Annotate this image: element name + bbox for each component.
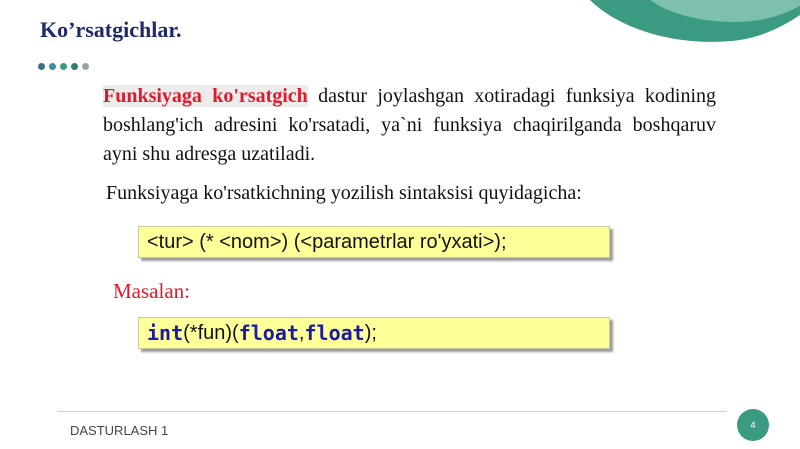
- dot: [82, 63, 89, 70]
- syntax-code-box: <tur> (* <nom>) (<parametrlar ro'yxati>)…: [138, 226, 610, 258]
- keyword-int: int: [147, 321, 184, 345]
- example-code-box: int (*fun)(float, float);: [138, 317, 610, 349]
- syntax-label: Funksiyaga ko'rsatkichning yozilish sint…: [106, 182, 582, 204]
- definition-paragraph: Funksiyaga ko'rsatgich dastur joylashgan…: [103, 82, 716, 169]
- slide-title: Ko’rsatgichlar.: [40, 17, 182, 42]
- dot: [60, 63, 67, 70]
- highlighted-term: Funksiyaga ko'rsatgich: [103, 85, 308, 107]
- example-label: Masalan:: [113, 279, 190, 303]
- code-part: (*fun)(: [183, 321, 239, 344]
- keyword-float: float: [304, 321, 365, 345]
- page-number: 4: [750, 420, 756, 430]
- decorative-dots: [38, 63, 89, 70]
- page-number-badge: 4: [737, 409, 769, 441]
- footer-text: DASTURLASH 1: [70, 423, 169, 438]
- dot: [71, 63, 78, 70]
- decorative-wave: [590, 0, 800, 42]
- footer-divider: [57, 411, 727, 412]
- dot: [38, 63, 45, 70]
- code-part: );: [364, 321, 377, 344]
- dot: [49, 63, 56, 70]
- keyword-float: float: [238, 321, 299, 345]
- syntax-code: <tur> (* <nom>) (<parametrlar ro'yxati>)…: [147, 230, 507, 253]
